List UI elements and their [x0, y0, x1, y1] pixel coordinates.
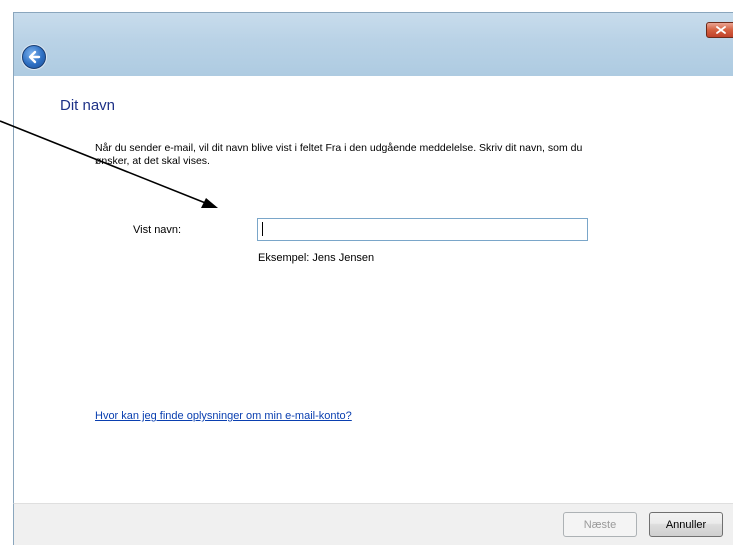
- display-name-label: Vist navn:: [133, 224, 182, 236]
- close-button[interactable]: [706, 22, 733, 38]
- cancel-button[interactable]: Annuller: [649, 512, 723, 537]
- text-caret: [262, 222, 263, 236]
- example-hint: Eksempel: Jens Jensen: [258, 252, 375, 264]
- next-button[interactable]: Næste: [563, 512, 637, 537]
- page-title: Dit navn: [60, 97, 116, 114]
- back-arrow-icon: [28, 50, 41, 64]
- display-name-input[interactable]: [257, 218, 588, 241]
- back-button[interactable]: [22, 45, 46, 69]
- page-description: Når du sender e-mail, vil dit navn blive…: [95, 142, 583, 167]
- close-x-icon: [716, 26, 726, 34]
- window-titlebar: [13, 12, 733, 76]
- email-account-help-link[interactable]: Hvor kan jeg finde oplysninger om min e-…: [95, 410, 352, 422]
